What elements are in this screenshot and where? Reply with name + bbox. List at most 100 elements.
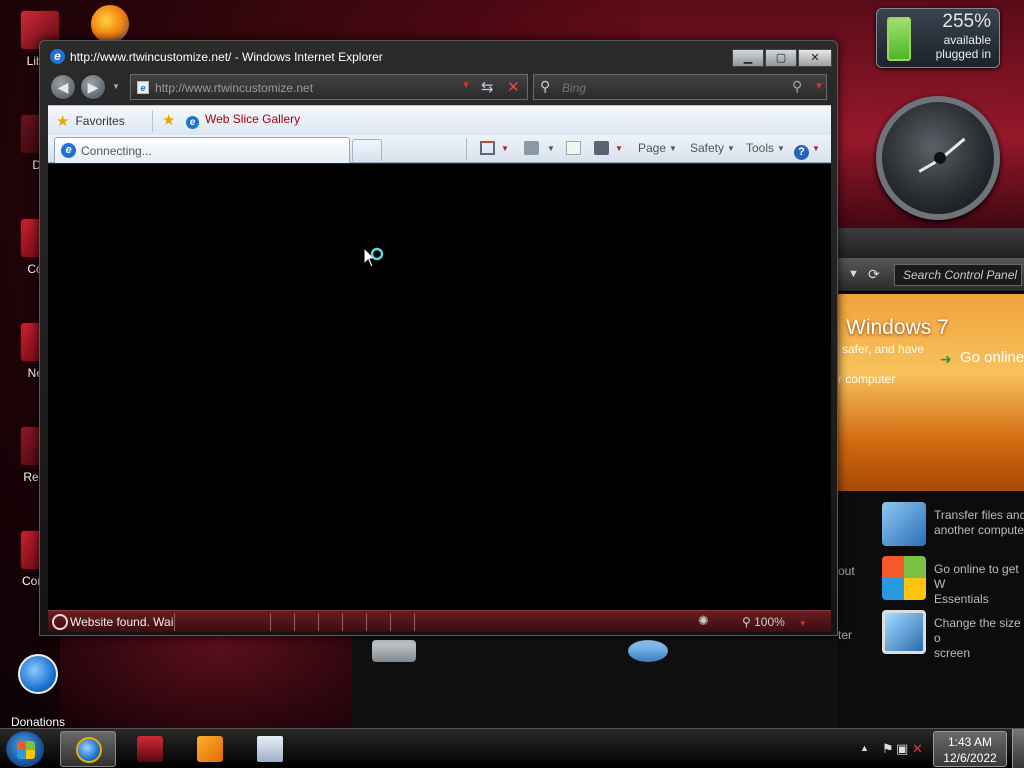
status-divider: [174, 613, 175, 631]
address-input[interactable]: [155, 79, 455, 97]
taskbar-explorer[interactable]: [122, 731, 178, 767]
favorites-bar: ★ Favorites ★ e Web Slice Gallery: [48, 105, 831, 135]
forward-button[interactable]: ▶: [80, 74, 106, 100]
clock-time: 1:43 AM: [947, 735, 993, 749]
status-bar: Website found. Wai ✺ ⚲ 100% ▼: [48, 610, 831, 632]
internet-explorer-icon: [18, 654, 58, 694]
address-dropdown-icon[interactable]: ▼: [461, 80, 471, 91]
page-menu[interactable]: Page ▼: [638, 141, 677, 155]
cp-welcome-banner: Windows 7 safer, and have ➜ Go online r …: [838, 294, 1024, 491]
taskbar-ie[interactable]: [60, 731, 116, 767]
refresh-icon[interactable]: ⇆: [481, 78, 494, 96]
page-menu-label: Page: [638, 141, 667, 155]
banner-line2: r computer: [838, 372, 896, 386]
taskbar: ▲ ⚑ ▣ ✕ 1:43 AM 12/6/2022: [0, 728, 1024, 768]
home-icon: [480, 141, 495, 155]
taskbar-media-player[interactable]: [182, 731, 238, 767]
refresh-icon[interactable]: ⟳: [868, 266, 880, 283]
loading-icon: [52, 614, 68, 630]
explorer-window-bg: [352, 636, 838, 728]
arrow-right-icon: ➜: [940, 351, 952, 367]
status-divider: [342, 613, 343, 631]
cp-search-input[interactable]: Search Control Panel: [894, 264, 1022, 286]
battery-available: available: [943, 33, 991, 47]
mail-button[interactable]: [566, 141, 581, 155]
chevron-down-icon[interactable]: ▼: [848, 268, 859, 280]
zoom-level: 100%: [754, 615, 785, 629]
ie-titlebar[interactable]: e http://www.rtwincustomize.net/ - Windo…: [40, 41, 837, 69]
banner-title: Windows 7: [846, 316, 949, 339]
star-icon: ★: [56, 113, 70, 130]
back-button[interactable]: ◀: [50, 74, 76, 100]
clock-hub: [934, 152, 946, 164]
ie-logo-icon: e: [50, 49, 65, 64]
go-online-link[interactable]: Go online: [960, 349, 1024, 366]
page-content[interactable]: [48, 164, 831, 610]
transfer-computers-icon: [882, 502, 926, 546]
banner-line1: safer, and have: [842, 342, 925, 356]
task-label: Go online to get W Essentials: [934, 562, 1019, 606]
new-tab-button[interactable]: [352, 139, 382, 161]
tools-menu[interactable]: Tools ▼: [746, 141, 785, 155]
desktop-folder-icon: [137, 736, 163, 762]
add-favorite-icon[interactable]: ★: [162, 111, 175, 129]
web-slice-label: Web Slice Gallery: [205, 112, 301, 126]
divider: [152, 110, 153, 132]
battery-gadget[interactable]: 255% available plugged in: [876, 8, 1000, 68]
action-center-icon[interactable]: ⚑: [882, 741, 894, 757]
monitor-icon: [882, 610, 926, 654]
minimize-button[interactable]: ▁: [732, 49, 764, 67]
system-clock[interactable]: 1:43 AM 12/6/2022: [933, 731, 1007, 767]
rss-icon: [524, 141, 539, 155]
window-title: http://www.rtwincustomize.net/ - Windows…: [70, 50, 383, 64]
web-slice-gallery-link[interactable]: e Web Slice Gallery: [186, 112, 300, 129]
cp-task-essentials[interactable]: Go online to get W Essentials: [882, 556, 1024, 606]
favorites-button[interactable]: ★ Favorites: [56, 112, 125, 130]
history-dropdown-icon[interactable]: ▼: [112, 82, 120, 91]
status-divider: [294, 613, 295, 631]
search-input[interactable]: [562, 79, 762, 97]
cp-side-text: ter: [838, 628, 853, 642]
tab-connecting[interactable]: e Connecting...: [54, 137, 350, 163]
feeds-button[interactable]: ▼: [524, 141, 555, 155]
media-player-icon: [197, 736, 223, 762]
task-label: Change the size o screen: [934, 616, 1021, 660]
help-button[interactable]: ? ▼: [794, 141, 820, 160]
search-icon[interactable]: ⚲: [792, 78, 802, 95]
maximize-button[interactable]: ▢: [765, 49, 797, 67]
cp-task-transfer[interactable]: Transfer files and another compute: [882, 502, 1024, 550]
start-button[interactable]: [6, 731, 44, 767]
show-desktop-button[interactable]: [1012, 729, 1024, 768]
security-zone-icon[interactable]: ✺: [698, 613, 709, 629]
firefox-icon: [90, 4, 130, 44]
home-button[interactable]: ▼: [480, 141, 509, 155]
tab-label: Connecting...: [81, 144, 152, 158]
control-panel-window: ▼ ⟳ Search Control Panel Windows 7 safer…: [838, 228, 1024, 728]
internet-explorer-icon: [76, 737, 102, 763]
windows-logo-icon: [882, 556, 926, 600]
search-dropdown-icon[interactable]: ▼: [814, 81, 824, 92]
ie-navbar: ◀ ▶ ▼ e ▼ ⇆ ✕ ⚲ ⚲ ▼: [48, 71, 831, 103]
tools-menu-label: Tools: [746, 141, 775, 155]
volume-muted-icon[interactable]: ✕: [912, 741, 923, 757]
safety-menu[interactable]: Safety ▼: [690, 141, 735, 155]
close-button[interactable]: ✕: [798, 49, 832, 67]
cp-task-screen-size[interactable]: Change the size o screen: [882, 610, 1024, 660]
print-button[interactable]: ▼: [594, 141, 623, 155]
ie-window[interactable]: e http://www.rtwincustomize.net/ - Windo…: [39, 40, 838, 636]
show-hidden-icons-icon[interactable]: ▲: [860, 743, 869, 753]
taskbar-notepad[interactable]: [242, 731, 298, 767]
battery-plugged: plugged in: [935, 47, 991, 61]
divider: [466, 138, 467, 160]
analog-clock-icon[interactable]: [876, 96, 1000, 220]
address-bar[interactable]: e ▼ ⇆ ✕: [130, 74, 528, 100]
status-divider: [390, 613, 391, 631]
mail-icon: [566, 141, 581, 155]
cp-toolbar: [838, 228, 1024, 258]
battery-icon: [887, 17, 911, 61]
printer-icon: [594, 141, 609, 155]
network-tray-icon[interactable]: ▣: [896, 741, 908, 757]
zoom-control[interactable]: ⚲ 100% ▼: [742, 615, 807, 629]
search-bar[interactable]: ⚲ ⚲ ▼: [533, 74, 827, 100]
stop-icon[interactable]: ✕: [507, 78, 520, 96]
